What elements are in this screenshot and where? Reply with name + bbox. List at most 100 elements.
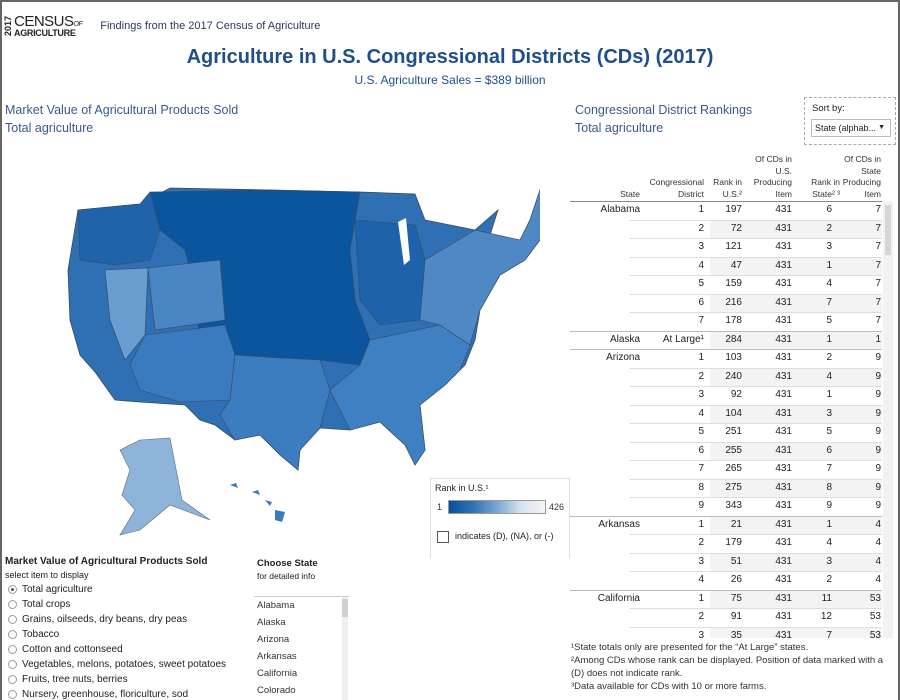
table-row[interactable]: 3 51 431 3 4 <box>570 553 882 572</box>
table-scrollbar[interactable] <box>883 201 893 638</box>
cell-district: 2 <box>698 611 704 622</box>
radio-button-icon[interactable] <box>8 600 17 609</box>
state-list-scrollbar-thumb[interactable] <box>342 599 348 617</box>
map-region-northwest[interactable] <box>77 191 161 266</box>
cell-of-us: 431 <box>775 518 792 530</box>
table-row[interactable]: 2 179 431 4 4 <box>570 535 882 554</box>
table-row[interactable]: 3 92 431 1 9 <box>570 387 882 406</box>
table-row[interactable]: 7 178 431 5 7 <box>570 313 882 332</box>
legend-min: 1 <box>437 502 443 512</box>
table-row[interactable]: 9 343 431 9 9 <box>570 498 882 517</box>
table-row[interactable]: 5 159 431 4 7 <box>570 276 882 295</box>
table-row[interactable]: 3 35 431 7 53 <box>570 627 882 639</box>
map-hawaii[interactable] <box>230 483 285 522</box>
cell-rank-us: 121 <box>725 241 742 252</box>
item-option[interactable]: Total crops <box>5 597 245 612</box>
radio-button-icon[interactable] <box>8 690 17 699</box>
col-header-state[interactable]: State <box>570 189 640 201</box>
table-row[interactable]: 6 255 431 6 9 <box>570 442 882 461</box>
cell-rank-us: 159 <box>725 278 742 289</box>
table-row[interactable]: 3 121 431 3 7 <box>570 239 882 258</box>
col-header-district[interactable]: Congressional District <box>642 177 704 200</box>
item-option[interactable]: Grains, oilseeds, dry beans, dry peas <box>5 612 245 627</box>
cell-rank-state: 8 <box>826 481 832 493</box>
table-row[interactable]: Arkansas 1 21 431 1 4 <box>570 515 882 535</box>
map-alaska[interactable] <box>119 437 211 536</box>
cell-of-us: 431 <box>775 481 792 493</box>
rankings-table-body[interactable]: Alabama 1 197 431 6 7 2 72 431 2 7 3 121 431 3 7 4 47 431 1… <box>570 201 882 638</box>
state-list-item[interactable]: Alabama <box>254 597 349 614</box>
footnotes: ¹State totals only are presented for the… <box>571 641 896 693</box>
cell-rank-state: 11 <box>821 592 832 604</box>
col-header-rank-us[interactable]: Rank in U.S.² <box>704 177 742 200</box>
logo-agriculture: AGRICULTURE <box>14 27 76 38</box>
cell-of-state: 9 <box>875 444 881 456</box>
map-region-utah-colorado[interactable] <box>147 259 226 331</box>
cell-rank-us: 255 <box>725 444 742 456</box>
rankings-title-line1: Congressional District Rankings <box>575 103 753 117</box>
cell-rank-state: 9 <box>826 500 832 511</box>
cell-district: 2 <box>698 222 704 234</box>
state-list[interactable]: Alabama Alaska Arizona Arkansas California Co… <box>254 596 349 700</box>
cell-of-state: 53 <box>869 629 881 639</box>
caret-down-icon: ▼ <box>878 124 885 131</box>
state-list-item[interactable]: California <box>254 665 349 682</box>
table-scrollbar-thumb[interactable] <box>885 205 891 255</box>
state-list-item[interactable]: Alaska <box>254 614 349 631</box>
table-row[interactable]: Alabama 1 197 431 6 7 <box>570 202 882 221</box>
sort-dropdown[interactable]: State (alphab... ▼ <box>811 119 891 137</box>
radio-button-icon[interactable] <box>8 585 17 594</box>
map-region-northeast[interactable] <box>419 189 540 346</box>
table-row[interactable]: 4 104 431 3 9 <box>570 405 882 424</box>
item-radio-list: Total agriculture Total crops Grains, oils… <box>5 582 245 700</box>
cell-rank-state: 6 <box>826 204 832 215</box>
item-option[interactable]: Cotton and cottonseed <box>5 642 245 657</box>
logo-year: 2017 <box>3 15 13 37</box>
cell-district: 3 <box>698 555 704 567</box>
cell-of-us: 431 <box>775 463 792 474</box>
cell-rank-state: 7 <box>826 629 832 639</box>
map-region-southwest[interactable] <box>129 324 236 403</box>
table-row[interactable]: 8 275 431 8 9 <box>570 479 882 498</box>
map-region-texas[interactable] <box>219 354 331 471</box>
table-row[interactable]: California 1 75 431 11 53 <box>570 589 882 609</box>
table-row[interactable]: 4 47 431 1 7 <box>570 257 882 276</box>
table-row[interactable]: 2 240 431 4 9 <box>570 368 882 387</box>
census-logo: 2017 CENSUSOF AGRICULTURE <box>3 14 83 38</box>
map-legend: Rank in U.S.¹ 1 426 indicates (D), (NA),… <box>430 478 570 558</box>
radio-button-icon[interactable] <box>8 675 17 684</box>
radio-button-icon[interactable] <box>8 645 17 654</box>
radio-button-icon[interactable] <box>8 615 17 624</box>
table-row[interactable]: 4 26 431 2 4 <box>570 572 882 591</box>
item-option[interactable]: Tobacco <box>5 627 245 642</box>
state-list-item[interactable]: Arkansas <box>254 648 349 665</box>
cell-of-state: 53 <box>869 592 881 604</box>
table-row[interactable]: 6 216 431 7 7 <box>570 294 882 313</box>
item-option[interactable]: Total agriculture <box>5 582 245 597</box>
table-row[interactable]: 2 91 431 12 53 <box>570 609 882 628</box>
table-row[interactable]: 5 251 431 5 9 <box>570 424 882 443</box>
cell-rank-state: 4 <box>826 370 832 382</box>
col-header-of-state[interactable]: Of CDs in State Producing Item <box>836 154 881 200</box>
cell-district: 6 <box>698 296 704 308</box>
cell-district: 3 <box>698 241 704 252</box>
table-row[interactable]: 7 265 431 7 9 <box>570 461 882 480</box>
item-option[interactable]: Fruits, tree nuts, berries <box>5 672 245 687</box>
col-header-rank-state[interactable]: Rank in State² ³ <box>798 177 840 200</box>
cell-district: At Large¹ <box>662 333 704 345</box>
rankings-title: Congressional District Rankings Total ag… <box>575 101 752 137</box>
table-row[interactable]: 2 72 431 2 7 <box>570 220 882 239</box>
radio-button-icon[interactable] <box>8 630 17 639</box>
table-row[interactable]: Arizona 1 103 431 2 9 <box>570 349 882 369</box>
state-list-item[interactable]: Arizona <box>254 631 349 648</box>
item-option[interactable]: Nursery, greenhouse, floriculture, sod <box>5 687 245 700</box>
cell-of-state: 9 <box>875 370 881 382</box>
table-row[interactable]: Alaska At Large¹ 284 431 1 1 <box>570 330 882 350</box>
legend-color-scale <box>448 500 546 514</box>
cell-rank-us: 284 <box>725 333 742 345</box>
radio-button-icon[interactable] <box>8 660 17 669</box>
state-list-scrollbar[interactable] <box>342 597 348 700</box>
col-header-of-us[interactable]: Of CDs in U.S. Producing Item <box>750 154 792 200</box>
item-option[interactable]: Vegetables, melons, potatoes, sweet pota… <box>5 657 245 672</box>
state-list-item[interactable]: Colorado <box>254 682 349 699</box>
